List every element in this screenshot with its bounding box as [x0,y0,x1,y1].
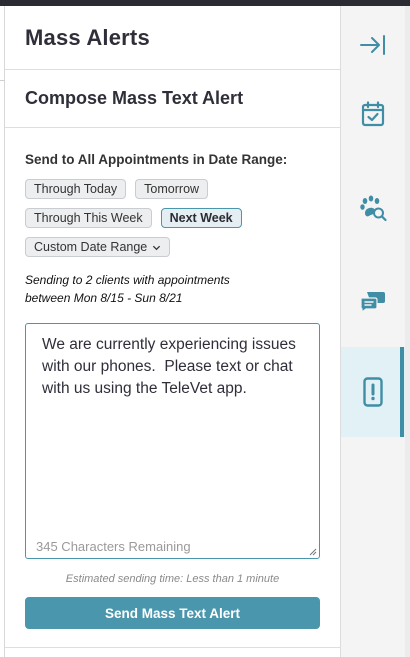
date-range-label: Send to All Appointments in Date Range: [25,152,288,167]
chip-through-this-week[interactable]: Through This Week [25,208,152,228]
rail-patient-search[interactable] [341,186,405,232]
recipient-summary: Sending to 2 clients with appointments b… [25,271,320,307]
send-mass-text-alert-button[interactable]: Send Mass Text Alert [25,597,320,629]
panel-divider [5,647,341,648]
estimated-send-time: Estimated sending time: Less than 1 minu… [65,573,280,585]
characters-remaining: 345 Characters Remaining [36,539,191,554]
resize-grip-icon[interactable] [309,548,317,556]
message-textarea[interactable]: We are currently experiencing issues wit… [25,323,320,559]
chip-custom-date-range-label: Custom Date Range [34,240,148,254]
chevron-down-icon [153,245,161,250]
collapse-panel-button[interactable] [341,22,405,68]
mass-alerts-panel: Mass Alerts Compose Mass Text Alert Send… [5,6,341,657]
chip-custom-date-range[interactable]: Custom Date Range [25,237,171,257]
active-indicator-bar [400,347,404,437]
compose-form: Send to All Appointments in Date Range: … [5,152,340,629]
calendar-check-icon [361,101,385,127]
date-range-chips: Through Today Tomorrow Through This Week… [25,179,315,257]
rail-edge [405,6,410,657]
rail-appointments[interactable] [341,90,405,138]
right-icon-rail [341,6,410,657]
panel-title: Mass Alerts [25,24,150,50]
panel-header: Mass Alerts [5,6,340,70]
compose-title: Compose Mass Text Alert [25,88,244,108]
message-text: We are currently experiencing issues wit… [42,336,301,397]
rail-messages[interactable] [341,278,405,324]
chip-tomorrow[interactable]: Tomorrow [135,179,209,199]
rail-mass-alerts[interactable] [341,347,405,437]
chat-bubbles-icon [360,292,385,313]
chip-through-today[interactable]: Through Today [25,179,127,199]
mobile-alert-icon [363,377,383,407]
recipient-date-range-line: between Mon 8/15 - Sun 8/21 [25,291,183,305]
collapse-panel-icon [360,35,385,55]
paw-search-icon [360,195,387,222]
chip-next-week[interactable]: Next Week [160,208,242,228]
recipient-count-line: Sending to 2 clients with appointments [25,273,230,287]
compose-header: Compose Mass Text Alert [5,70,340,128]
